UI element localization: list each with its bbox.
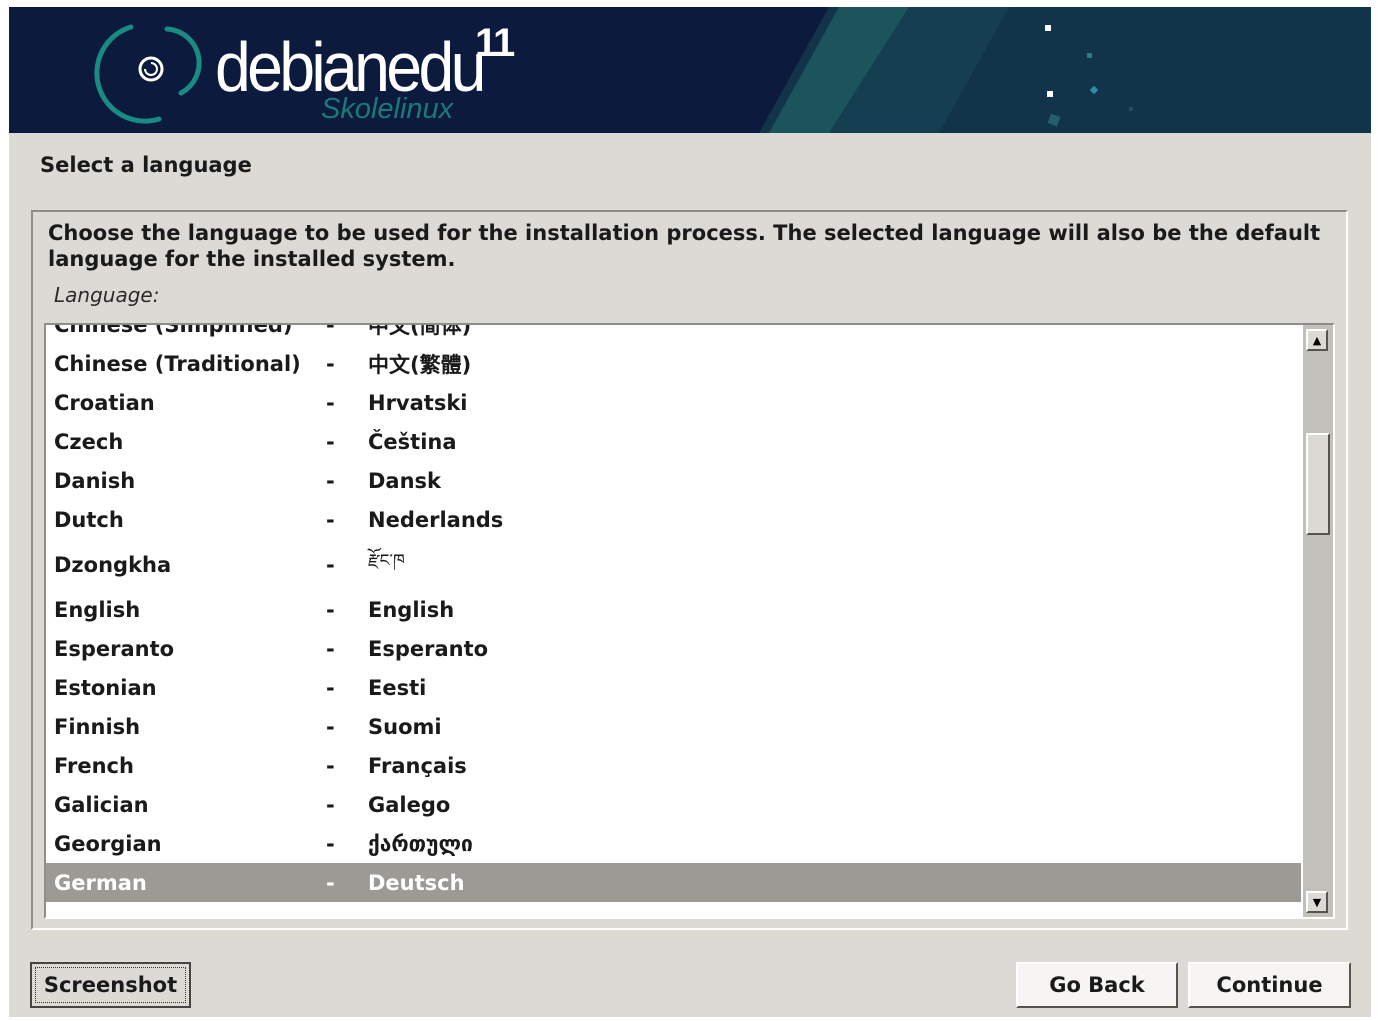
separator: - (326, 390, 335, 415)
language-rows: Chinese (Simplified) - 中文(简体) Chinese (T… (46, 323, 1301, 902)
description-text: Choose the language to be used for the i… (48, 221, 1321, 271)
banner-graphics (759, 7, 1371, 133)
language-name: Danish (54, 468, 136, 493)
language-name: Georgian (54, 831, 162, 856)
language-name: Estonian (54, 675, 157, 700)
language-native-name: English (368, 597, 455, 622)
language-name: Chinese (Simplified) (54, 323, 293, 337)
list-item[interactable]: Chinese (Traditional) - 中文(繁體) (46, 344, 1301, 383)
language-native-name: Galego (368, 792, 451, 817)
logo-subtitle: Skolelinux (321, 93, 454, 125)
language-name: Esperanto (54, 636, 175, 661)
scroll-down-arrow-icon[interactable]: ▼ (1306, 891, 1328, 913)
language-listbox[interactable]: Chinese (Simplified) - 中文(简体) Chinese (T… (44, 323, 1335, 919)
language-name: Dzongkha (54, 552, 172, 577)
screenshot-button[interactable]: Screenshot (30, 962, 191, 1008)
list-item[interactable]: Dzongkha - རྫོང་ཁ (46, 539, 1301, 590)
separator: - (326, 468, 335, 493)
language-name: Finnish (54, 714, 141, 739)
separator: - (326, 792, 335, 817)
separator: - (326, 323, 335, 337)
list-item[interactable]: Galician - Galego (46, 785, 1301, 824)
separator: - (326, 552, 335, 577)
logo-version: 11 (475, 21, 515, 65)
language-name: Czech (54, 429, 124, 454)
header-banner: debianedu 11 Skolelinux (9, 7, 1371, 133)
list-item[interactable]: French - Français (46, 746, 1301, 785)
language-native-name: Dansk (368, 468, 442, 493)
language-native-name: Eesti (368, 675, 427, 700)
separator: - (326, 870, 335, 895)
list-item[interactable]: Croatian - Hrvatski (46, 383, 1301, 422)
scroll-up-arrow-icon[interactable]: ▲ (1306, 329, 1328, 351)
separator: - (326, 636, 335, 661)
language-native-name: Esperanto (368, 636, 489, 661)
separator: - (326, 675, 335, 700)
separator: - (326, 597, 335, 622)
list-item[interactable]: Georgian - ქართული (46, 824, 1301, 863)
language-native-name: Suomi (368, 714, 442, 739)
separator: - (326, 714, 335, 739)
language-native-name: 中文(简体) (368, 323, 472, 338)
separator: - (326, 507, 335, 532)
list-item[interactable]: Esperanto - Esperanto (46, 629, 1301, 668)
language-name: Croatian (54, 390, 155, 415)
language-name: Chinese (Traditional) (54, 351, 301, 376)
debian-swirl-icon (94, 24, 202, 124)
language-native-name: Deutsch (368, 870, 465, 895)
scrollbar-thumb[interactable] (1306, 433, 1330, 535)
separator: - (326, 753, 335, 778)
language-native-name: རྫོང་ཁ (368, 550, 405, 571)
list-item[interactable]: Chinese (Simplified) - 中文(简体) (46, 323, 1301, 344)
language-list-label: Language: (54, 283, 160, 307)
vertical-scrollbar[interactable]: ▲ ▼ (1303, 325, 1333, 917)
list-item[interactable]: English - English (46, 590, 1301, 629)
language-name: French (54, 753, 134, 778)
separator: - (326, 831, 335, 856)
list-item[interactable]: Dutch - Nederlands (46, 500, 1301, 539)
language-name: Dutch (54, 507, 124, 532)
list-item[interactable]: Estonian - Eesti (46, 668, 1301, 707)
language-name: English (54, 597, 141, 622)
separator: - (326, 429, 335, 454)
list-item-selected[interactable]: German - Deutsch (46, 863, 1301, 902)
language-name: German (54, 870, 147, 895)
continue-button[interactable]: Continue (1188, 962, 1351, 1008)
list-item[interactable]: Danish - Dansk (46, 461, 1301, 500)
separator: - (326, 351, 335, 376)
language-native-name: Nederlands (368, 507, 504, 532)
list-item[interactable]: Czech - Čeština (46, 422, 1301, 461)
language-native-name: Čeština (368, 429, 457, 454)
language-native-name: Français (368, 753, 467, 778)
language-native-name: ქართული (368, 831, 473, 856)
language-name: Galician (54, 792, 149, 817)
language-native-name: Hrvatski (368, 390, 468, 415)
page-title: Select a language (40, 153, 252, 177)
installer-window: debianedu 11 Skolelinux Select a languag… (9, 7, 1371, 1017)
go-back-button[interactable]: Go Back (1016, 962, 1178, 1008)
list-item[interactable]: Finnish - Suomi (46, 707, 1301, 746)
language-native-name: 中文(繁體) (368, 352, 472, 377)
